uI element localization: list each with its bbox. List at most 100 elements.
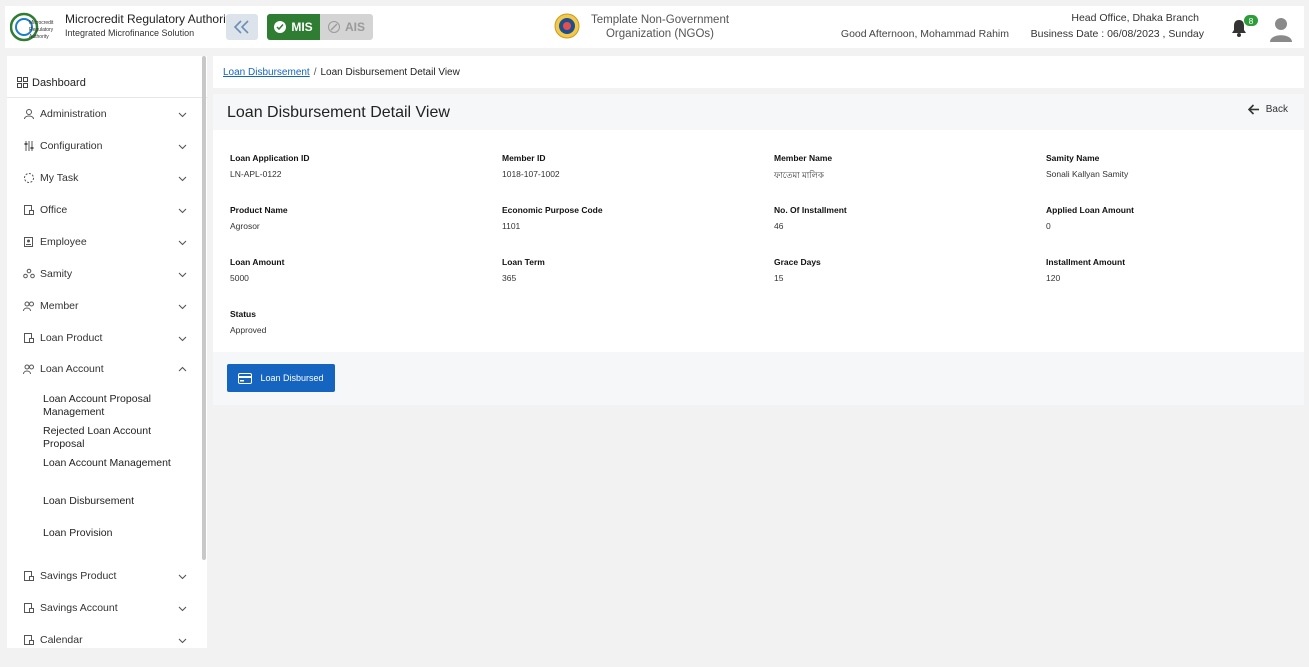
chevron-down-icon: [178, 336, 187, 342]
notification-count-badge: 8: [1244, 15, 1258, 26]
field-installment-amount: Installment Amount 120: [1046, 257, 1126, 283]
field-grace-days: Grace Days 15: [774, 257, 821, 283]
sidebar-subitem-loan-account-management[interactable]: Loan Account Management: [43, 457, 193, 470]
brand-title: Microcredit Regulatory Authority: [65, 12, 236, 26]
brand-subtitle: Integrated Microfinance Solution: [65, 28, 195, 38]
savings-product-icon: [23, 570, 35, 582]
chevron-down-icon: [178, 272, 187, 278]
config-icon: [23, 140, 35, 152]
samity-icon: [23, 268, 35, 280]
mis-label: MIS: [291, 20, 313, 34]
sidebar-subitem-loan-provision[interactable]: Loan Provision: [43, 527, 193, 540]
sidebar-collapse-button[interactable]: [226, 14, 258, 40]
action-bar: Loan Disbursed: [213, 352, 1304, 405]
user-avatar[interactable]: [1268, 16, 1294, 42]
chevron-down-icon: [178, 208, 187, 214]
loan-disbursed-label: Loan Disbursed: [260, 373, 324, 383]
loan-disbursed-button[interactable]: Loan Disbursed: [227, 364, 335, 392]
sidebar-item-label: Calendar: [40, 634, 83, 646]
svg-text:Microcredit: Microcredit: [29, 20, 54, 26]
mra-logo: Microcredit Regulatory Authority: [9, 10, 58, 44]
chevron-down-icon: [178, 240, 187, 246]
chevron-down-icon: [178, 112, 187, 118]
page-title-bar: Loan Disbursement Detail View Back: [213, 94, 1304, 130]
sidebar-item-label: Office: [40, 204, 68, 216]
field-loan-amount: Loan Amount 5000: [230, 257, 285, 283]
field-samity-name: Samity Name Sonali Kallyan Samity: [1046, 153, 1129, 179]
field-member-name: Member Name ফাতেমা মালিক: [774, 153, 833, 180]
double-chevron-left-icon: [233, 20, 249, 34]
mis-module-button[interactable]: MIS: [267, 14, 320, 40]
sidebar-item-administration[interactable]: Administration: [7, 100, 203, 128]
user-greeting: Good Afternoon, Mohammad Rahim: [840, 28, 1009, 40]
module-switch: MIS AIS: [267, 14, 373, 40]
sidebar-item-label: Loan Product: [40, 332, 103, 344]
field-loan-term: Loan Term 365: [502, 257, 545, 283]
ais-module-button[interactable]: AIS: [320, 14, 373, 40]
loan-detail-card: Loan Application ID LN-APL-0122 Member ID…: [213, 130, 1304, 352]
sidebar-subitem-loan-account-proposal[interactable]: Loan Account Proposal Management: [43, 393, 193, 419]
sidebar-item-label: Member: [40, 300, 79, 312]
chevron-down-icon: [178, 176, 187, 182]
chevron-down-icon: [178, 638, 187, 644]
breadcrumb-separator: /: [313, 66, 317, 78]
field-member-id: Member ID 1018-107-1002: [502, 153, 560, 179]
page-title: Loan Disbursement Detail View: [227, 104, 450, 121]
sidebar-item-calendar[interactable]: Calendar: [7, 626, 203, 648]
loan-product-icon: [23, 332, 35, 344]
chevron-up-icon: [178, 366, 187, 372]
credit-card-icon: [238, 372, 253, 384]
sidebar-subitem-loan-disbursement[interactable]: Loan Disbursement: [43, 495, 193, 508]
breadcrumb-current: Loan Disbursement Detail View: [320, 66, 460, 78]
sidebar-item-label: Savings Account: [40, 602, 118, 614]
back-button[interactable]: Back: [1247, 104, 1288, 115]
arrow-left-icon: [1247, 104, 1259, 115]
sidebar-item-label: Configuration: [40, 140, 103, 152]
sidebar-item-loan-account[interactable]: Loan Account: [7, 355, 203, 383]
sidebar-item-savings-product[interactable]: Savings Product: [7, 562, 203, 590]
savings-account-icon: [23, 602, 35, 614]
sidebar-item-loan-product[interactable]: Loan Product: [7, 324, 203, 352]
calendar-icon: [23, 634, 35, 646]
sidebar-item-member[interactable]: Member: [7, 292, 203, 320]
back-label: Back: [1265, 104, 1288, 115]
admin-icon: [23, 108, 35, 120]
dashboard-grid-icon: [17, 77, 28, 88]
svg-text:Authority: Authority: [29, 34, 49, 40]
sidebar-item-label: Employee: [40, 236, 87, 248]
svg-text:Regulatory: Regulatory: [29, 27, 54, 33]
top-header: Microcredit Regulatory Authority Microcr…: [5, 6, 1304, 48]
branch-name: Head Office, Dhaka Branch: [1071, 12, 1199, 24]
chevron-down-icon: [178, 574, 187, 580]
sidebar-subitem-rejected-loan-proposal[interactable]: Rejected Loan Account Proposal: [43, 425, 193, 451]
member-icon: [23, 300, 35, 312]
breadcrumb-link-loan-disbursement[interactable]: Loan Disbursement: [223, 67, 310, 78]
sidebar-item-my-task[interactable]: My Task: [7, 164, 203, 192]
chevron-down-icon: [178, 144, 187, 150]
business-date: Business Date : 06/08/2023 , Sunday: [1030, 28, 1204, 40]
sidebar-item-label: Samity: [40, 268, 73, 280]
loan-account-icon: [23, 363, 35, 375]
sidebar: Dashboard Administration Configuration M…: [7, 56, 207, 648]
field-no-of-installment: No. Of Installment 46: [774, 205, 847, 231]
field-applied-loan-amount: Applied Loan Amount 0: [1046, 205, 1134, 231]
organization-name: Template Non-Government Organization (NG…: [590, 14, 730, 40]
field-loan-application-id: Loan Application ID LN-APL-0122: [230, 153, 310, 179]
government-seal-icon: [554, 13, 580, 39]
sidebar-item-label: Dashboard: [32, 76, 86, 89]
sidebar-item-office[interactable]: Office: [7, 196, 203, 224]
office-icon: [23, 204, 35, 216]
blocked-icon: [327, 21, 340, 33]
employee-icon: [23, 236, 35, 248]
sidebar-item-configuration[interactable]: Configuration: [7, 132, 203, 160]
check-circle-icon: [274, 21, 287, 33]
sidebar-scrollbar[interactable]: [202, 56, 206, 560]
sidebar-item-employee[interactable]: Employee: [7, 228, 203, 256]
field-product-name: Product Name Agrosor: [230, 205, 288, 231]
chevron-down-icon: [178, 304, 187, 310]
field-status: Status Approved: [230, 309, 267, 335]
sidebar-item-label: Loan Account: [40, 363, 104, 375]
sidebar-item-savings-account[interactable]: Savings Account: [7, 594, 203, 622]
sidebar-item-samity[interactable]: Samity: [7, 260, 203, 288]
sidebar-item-dashboard[interactable]: Dashboard: [7, 68, 207, 98]
